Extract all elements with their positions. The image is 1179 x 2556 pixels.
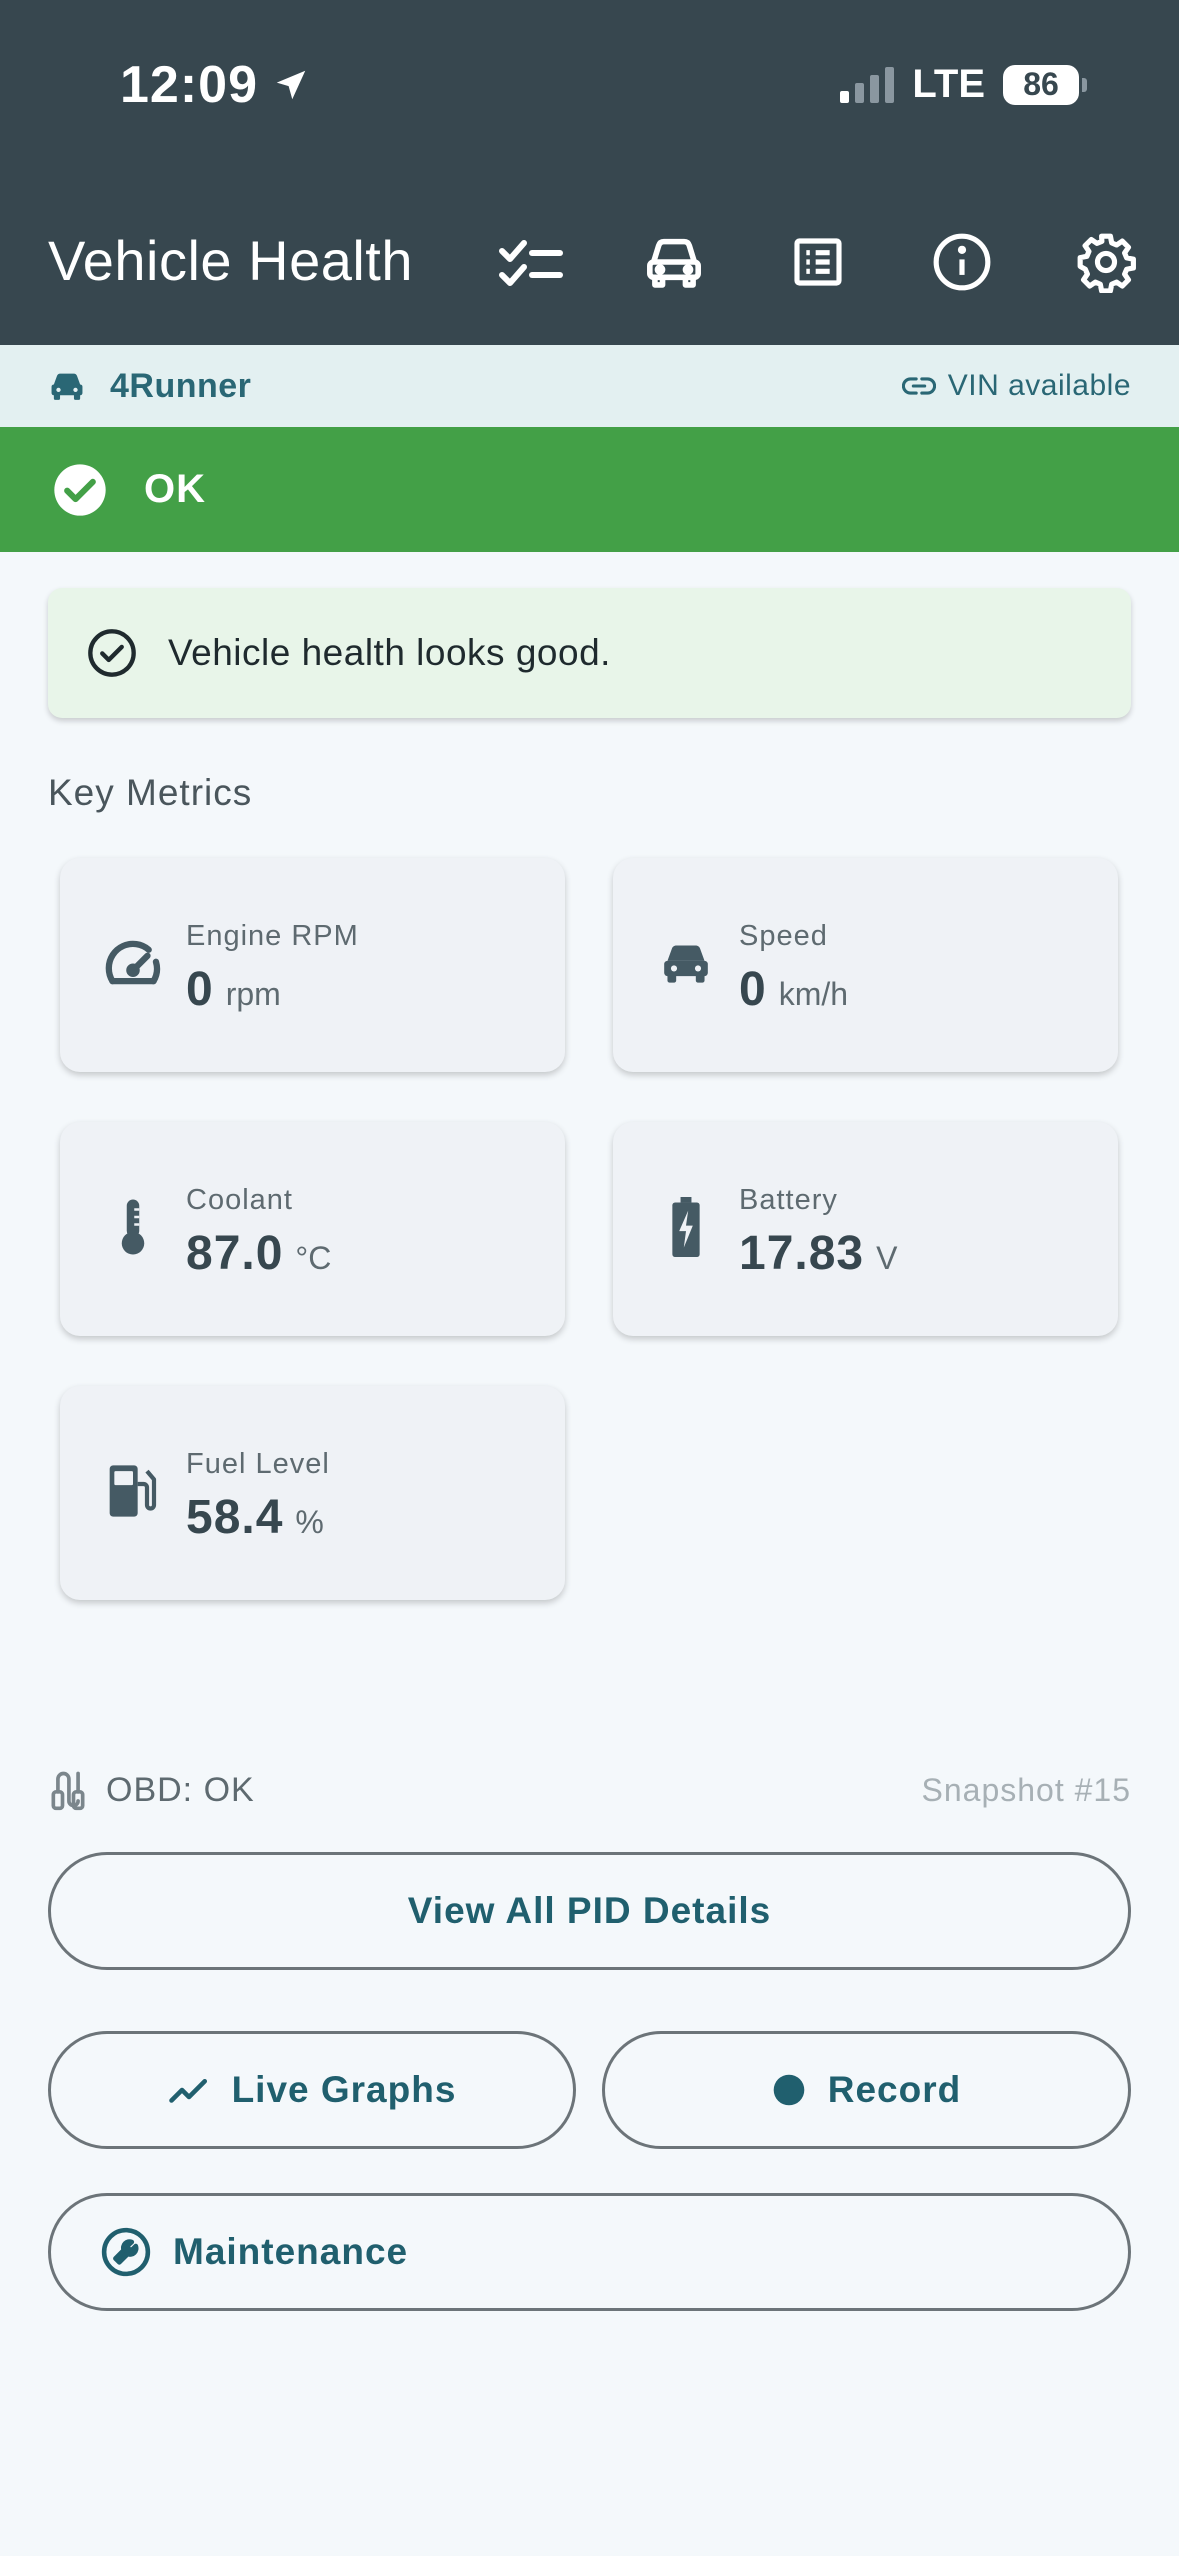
check-circle-outline-icon: [88, 629, 136, 677]
record-dot-icon: [773, 2074, 805, 2106]
check-circle-icon: [54, 463, 106, 516]
metric-number: 0: [186, 963, 214, 1016]
vehicle-bar: 4Runner VIN available: [0, 345, 1179, 427]
metric-number: 87.0: [186, 1227, 284, 1280]
settings-icon[interactable]: [1070, 226, 1142, 298]
vehicle-name: 4Runner: [110, 366, 252, 405]
button-label: View All PID Details: [407, 1890, 772, 1931]
metric-number: 0: [739, 963, 767, 1016]
metric-unit: V: [876, 1240, 898, 1276]
car-icon: [51, 373, 83, 400]
metric-unit: %: [295, 1504, 324, 1540]
metric-value: 17.83 V: [739, 1226, 897, 1281]
status-indicators: LTE 86: [840, 62, 1087, 107]
battery-icon: 86: [1003, 64, 1087, 105]
section-title-key-metrics: Key Metrics: [48, 772, 253, 813]
link-icon: [901, 377, 936, 395]
metric-unit: °C: [295, 1240, 332, 1276]
view-all-pid-details-button[interactable]: View All PID Details: [48, 1852, 1131, 1970]
metric-value: 0 rpm: [186, 962, 281, 1017]
car-icon: [651, 928, 721, 998]
button-label: Maintenance: [173, 2231, 409, 2272]
list-icon[interactable]: [782, 226, 854, 298]
metric-unit: km/h: [778, 976, 849, 1012]
location-arrow-icon: [276, 70, 306, 100]
button-label: Record: [827, 2069, 962, 2110]
vin-status-text: VIN available: [947, 369, 1131, 402]
status-label: OK: [144, 467, 206, 511]
maintenance-button[interactable]: Maintenance: [48, 2193, 1131, 2311]
metric-label: Battery: [739, 1184, 838, 1216]
metric-label: Speed: [739, 920, 828, 952]
metric-value: 0 km/h: [739, 962, 848, 1017]
obd-status-text: OBD: OK: [106, 1770, 255, 1809]
health-message-card: Vehicle health looks good.: [48, 588, 1131, 718]
metric-label: Fuel Level: [186, 1448, 330, 1480]
checklist-icon[interactable]: [495, 226, 567, 298]
page-title: Vehicle Health: [48, 229, 414, 292]
metric-card-engine-rpm: Engine RPM 0 rpm: [60, 858, 565, 1072]
button-label: Live Graphs: [231, 2069, 457, 2110]
metric-label: Coolant: [186, 1184, 293, 1216]
trending-up-icon: [168, 2078, 207, 2103]
snapshot-label: Snapshot #15: [921, 1771, 1131, 1808]
fuel-pump-icon: [98, 1456, 168, 1526]
battery-charging-icon: [651, 1192, 721, 1262]
metric-number: 58.4: [186, 1491, 284, 1544]
metric-unit: rpm: [225, 976, 281, 1012]
metric-card-speed: Speed 0 km/h: [613, 858, 1118, 1072]
clock-text: 12:09: [120, 56, 258, 114]
thermometer-icon: [98, 1192, 168, 1262]
network-type: LTE: [912, 62, 985, 106]
record-button[interactable]: Record: [602, 2031, 1131, 2149]
live-graphs-button[interactable]: Live Graphs: [48, 2031, 576, 2149]
battery-level: 86: [1003, 64, 1079, 105]
obd-status: OBD: OK: [48, 1768, 255, 1812]
signal-icon: [840, 66, 895, 103]
status-time: 12:09: [120, 55, 310, 115]
status-banner: OK: [0, 427, 1179, 552]
metric-number: 17.83: [739, 1227, 865, 1280]
speedometer-icon: [98, 928, 168, 998]
health-message: Vehicle health looks good.: [168, 632, 611, 673]
info-icon[interactable]: [926, 226, 998, 298]
wrench-icon: [101, 2227, 151, 2277]
metric-value: 87.0 °C: [186, 1226, 331, 1281]
app-header: 12:09 LTE 86 Vehicle Health: [0, 0, 1179, 345]
metric-card-fuel-level: Fuel Level 58.4 %: [60, 1386, 565, 1600]
vehicle-selector[interactable]: 4Runner: [48, 367, 251, 406]
metric-card-coolant: Coolant 87.0 °C: [60, 1122, 565, 1336]
obd-status-row: OBD: OK Snapshot #15: [48, 1762, 1131, 1818]
metric-label: Engine RPM: [186, 920, 359, 952]
car-icon[interactable]: [638, 226, 710, 298]
metric-card-battery: Battery 17.83 V: [613, 1122, 1118, 1336]
metric-value: 58.4 %: [186, 1490, 324, 1545]
obd-connector-icon: [51, 1771, 85, 1811]
vin-status: VIN available: [901, 369, 1131, 403]
